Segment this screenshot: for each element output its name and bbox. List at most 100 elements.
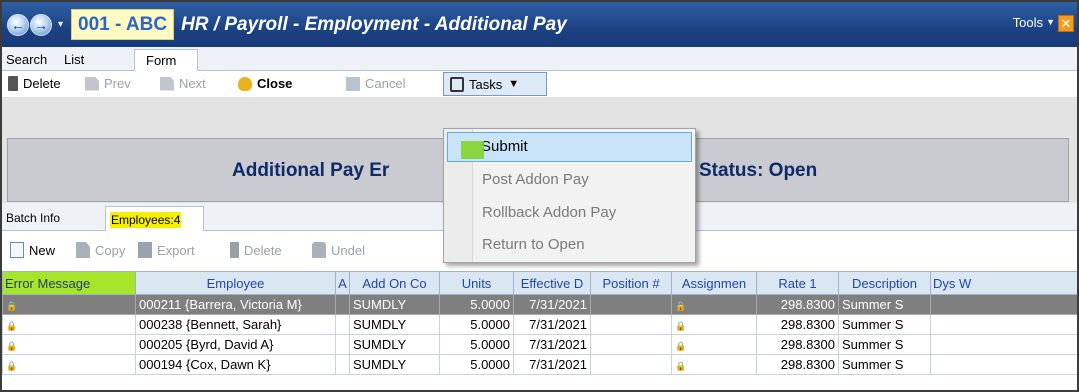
menu-item-return-to-open[interactable]: Return to Open (482, 236, 585, 253)
close-icon[interactable]: ✕ (1058, 15, 1074, 32)
units-cell[interactable]: 5.0000 (439, 314, 514, 335)
back-arrow-icon[interactable]: ← (7, 13, 29, 36)
status-label: Status: Open (699, 160, 818, 181)
highlight-marker (461, 141, 484, 159)
menu-item-rollback-addon-pay[interactable]: Rollback Addon Pay (482, 204, 616, 221)
delete-label: Delete (23, 76, 61, 91)
tab-batch-info[interactable]: Batch Info (6, 211, 60, 225)
undelete-icon (312, 242, 326, 258)
days-cell[interactable] (930, 354, 1077, 375)
employee-cell[interactable]: 000194 {Cox, Dawn K} (135, 354, 336, 375)
description-cell[interactable]: Summer S (838, 294, 931, 315)
column-header-assignment[interactable]: Assignmen (671, 271, 757, 295)
delete-row-button[interactable]: Delete (230, 242, 282, 258)
history-dropdown-icon[interactable]: ▾ (58, 19, 63, 30)
app-window: ← → ▾ 001 - ABC HR / Payroll - Employmen… (0, 0, 1079, 392)
tab-employees[interactable]: Employees:4 (105, 206, 204, 231)
a-cell[interactable] (335, 334, 350, 355)
assignment-cell[interactable]: 🔒 (671, 354, 757, 375)
description-cell[interactable]: Summer S (838, 314, 931, 335)
effective-cell[interactable]: 7/31/2021 (513, 334, 591, 355)
employee-cell[interactable]: 000238 {Bennett, Sarah} (135, 314, 336, 335)
trash-icon (8, 76, 18, 91)
export-button[interactable]: Export (138, 242, 195, 258)
column-header-a[interactable]: A (335, 271, 350, 295)
tools-caret-icon[interactable]: ▼ (1046, 17, 1055, 27)
units-cell[interactable]: 5.0000 (439, 354, 514, 375)
tab-list[interactable]: List (64, 52, 84, 67)
menu-item-submit-label: Submit (481, 138, 528, 155)
table-row[interactable]: 🔒 000194 {Cox, Dawn K} SUMDLY 5.0000 7/3… (2, 354, 1077, 375)
addon-cell[interactable]: SUMDLY (349, 334, 440, 355)
table-row[interactable]: 🔒 000238 {Bennett, Sarah} SUMDLY 5.0000 … (2, 314, 1077, 335)
column-header-rate-1[interactable]: Rate 1 (756, 271, 839, 295)
assignment-cell[interactable]: 🔒 (671, 334, 757, 355)
next-button[interactable]: Next (160, 76, 206, 91)
column-header-position[interactable]: Position # (590, 271, 672, 295)
column-header-effective-date[interactable]: Effective D (513, 271, 591, 295)
tab-form[interactable]: Form (134, 49, 198, 72)
close-button[interactable]: Close (238, 76, 292, 91)
column-header-units[interactable]: Units (439, 271, 514, 295)
menu-item-post-addon-pay[interactable]: Post Addon Pay (482, 171, 589, 188)
position-cell[interactable] (590, 354, 672, 375)
employee-cell[interactable]: 000205 {Byrd, David A} (135, 334, 336, 355)
employee-cell[interactable]: 000211 {Barrera, Victoria M} (135, 294, 336, 315)
grid-header-row: Error Message Employee A Add On Co Units… (2, 271, 1077, 295)
tab-employees-label: Employees:4 (110, 212, 182, 228)
table-row[interactable]: 🔒 000211 {Barrera, Victoria M} SUMDLY 5.… (2, 294, 1077, 315)
addon-cell[interactable]: SUMDLY (349, 314, 440, 335)
units-cell[interactable]: 5.0000 (439, 334, 514, 355)
rate-cell[interactable]: 298.8300 (756, 354, 839, 375)
export-label: Export (157, 242, 195, 258)
header-title: Additional Pay Er (232, 160, 390, 181)
assignment-cell[interactable]: 🔒 (671, 314, 757, 335)
days-cell[interactable] (930, 314, 1077, 335)
copy-button[interactable]: Copy (76, 242, 125, 258)
column-header-add-on-code[interactable]: Add On Co (349, 271, 440, 295)
position-cell[interactable] (590, 334, 672, 355)
a-cell[interactable] (335, 354, 350, 375)
units-cell[interactable]: 5.0000 (439, 294, 514, 315)
clipboard-check-icon (450, 76, 464, 92)
description-cell[interactable]: Summer S (838, 334, 931, 355)
new-button[interactable]: New (10, 242, 55, 258)
column-header-error-message[interactable]: Error Message (2, 271, 136, 295)
copy-icon (76, 242, 90, 258)
rate-cell[interactable]: 298.8300 (756, 314, 839, 335)
tasks-button[interactable]: Tasks ▼ (443, 72, 547, 96)
description-cell[interactable]: Summer S (838, 354, 931, 375)
new-document-icon (10, 242, 24, 258)
undelete-button[interactable]: Undel (312, 242, 365, 258)
rate-cell[interactable]: 298.8300 (756, 334, 839, 355)
cancel-button[interactable]: Cancel (346, 76, 405, 91)
lock-icon: 🔒 (675, 301, 687, 311)
effective-cell[interactable]: 7/31/2021 (513, 314, 591, 335)
rate-cell[interactable]: 298.8300 (756, 294, 839, 315)
column-header-employee[interactable]: Employee (135, 271, 336, 295)
forward-arrow-icon[interactable]: → (30, 13, 52, 36)
delete-button[interactable]: Delete (8, 76, 61, 91)
lock-icon: 🔒 (6, 321, 18, 331)
form-toolbar: Delete Prev Next Close Cancel Tasks ▼ (2, 71, 1077, 97)
addon-cell[interactable]: SUMDLY (349, 294, 440, 315)
effective-cell[interactable]: 7/31/2021 (513, 354, 591, 375)
addon-cell[interactable]: SUMDLY (349, 354, 440, 375)
assignment-cell[interactable]: 🔒 (671, 294, 757, 315)
tab-search[interactable]: Search (6, 52, 47, 67)
effective-cell[interactable]: 7/31/2021 (513, 294, 591, 315)
entity-code-badge: 001 - ABC (71, 9, 175, 40)
column-header-days-worked[interactable]: Dys W (930, 271, 1077, 295)
position-cell[interactable] (590, 294, 672, 315)
a-cell[interactable] (335, 294, 350, 315)
tools-menu[interactable]: Tools (1013, 15, 1043, 30)
a-cell[interactable] (335, 314, 350, 335)
close-folder-icon (238, 76, 252, 91)
column-header-description[interactable]: Description (838, 271, 931, 295)
new-label: New (29, 242, 56, 258)
position-cell[interactable] (590, 314, 672, 335)
days-cell[interactable] (930, 294, 1077, 315)
prev-button[interactable]: Prev (85, 76, 131, 91)
table-row[interactable]: 🔒 000205 {Byrd, David A} SUMDLY 5.0000 7… (2, 334, 1077, 355)
days-cell[interactable] (930, 334, 1077, 355)
